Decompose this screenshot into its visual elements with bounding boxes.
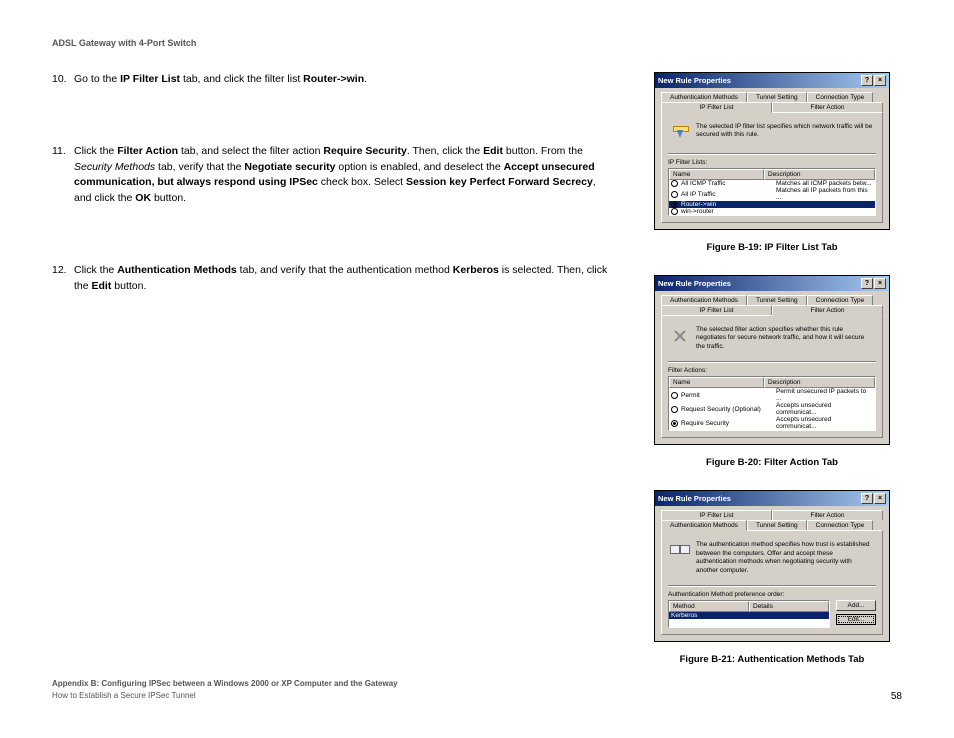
figure-caption-20: Figure B-20: Filter Action Tab: [706, 457, 838, 468]
titlebar: New Rule Properties ? ×: [655, 73, 889, 88]
tab-tunnel-setting[interactable]: Tunnel Setting: [747, 520, 807, 530]
list-label: Authentication Method preference order:: [668, 591, 876, 598]
list-item[interactable]: All IP TrafficMatches all IP packets fro…: [669, 187, 875, 201]
tab-authentication-methods[interactable]: Authentication Methods: [661, 520, 747, 531]
tab-filter-action[interactable]: Filter Action: [772, 102, 883, 112]
column-description[interactable]: Description: [764, 377, 875, 388]
description-text: The selected IP filter list specifies wh…: [696, 123, 874, 140]
tab-authentication-methods[interactable]: Authentication Methods: [661, 92, 747, 102]
list-item[interactable]: Kerberos: [669, 612, 829, 619]
help-button[interactable]: ?: [861, 493, 873, 504]
tab-tunnel-setting[interactable]: Tunnel Setting: [747, 92, 807, 102]
tab-filter-action[interactable]: Filter Action: [772, 510, 883, 520]
tab-ip-filter-list[interactable]: IP Filter List: [661, 510, 772, 520]
list-item[interactable]: All ICMP TrafficMatches all ICMP packets…: [669, 180, 875, 187]
column-details[interactable]: Details: [749, 601, 829, 612]
close-button[interactable]: ×: [874, 278, 886, 289]
tab-filter-action[interactable]: Filter Action: [772, 305, 883, 316]
tab-tunnel-setting[interactable]: Tunnel Setting: [747, 295, 807, 305]
description-text: The authentication method specifies how …: [696, 541, 874, 575]
list-item[interactable]: win->router: [669, 208, 875, 215]
dialog-authentication-methods: New Rule Properties ? × IP Filter List F…: [654, 490, 890, 642]
step-11: 11. Click the Filter Action tab, and sel…: [52, 144, 612, 207]
filter-actions-list[interactable]: Name Description PermitPermit unsecured …: [668, 376, 876, 431]
dialog-title: New Rule Properties: [658, 494, 860, 503]
dialog-title: New Rule Properties: [658, 279, 860, 288]
tab-connection-type[interactable]: Connection Type: [807, 520, 874, 530]
column-name[interactable]: Name: [669, 377, 764, 388]
list-label: Filter Actions:: [668, 367, 876, 374]
tab-authentication-methods[interactable]: Authentication Methods: [661, 295, 747, 305]
step-text: Go to the IP Filter List tab, and click …: [74, 72, 612, 88]
close-button[interactable]: ×: [874, 493, 886, 504]
footer-subtitle: How to Establish a Secure IPSec Tunnel: [52, 690, 398, 702]
list-label: IP Filter Lists:: [668, 159, 876, 166]
tab-ip-filter-list[interactable]: IP Filter List: [661, 102, 772, 113]
product-header: ADSL Gateway with 4-Port Switch: [52, 38, 902, 48]
description-text: The selected filter action specifies whe…: [696, 326, 874, 351]
step-number: 10.: [52, 72, 74, 88]
list-item[interactable]: PermitPermit unsecured IP packets to ...: [669, 388, 875, 402]
close-button[interactable]: ×: [874, 75, 886, 86]
edit-button[interactable]: Edit...: [836, 614, 876, 625]
column-name[interactable]: Name: [669, 169, 764, 180]
dialog-title: New Rule Properties: [658, 76, 860, 85]
tab-ip-filter-list[interactable]: IP Filter List: [661, 305, 772, 315]
auth-methods-list[interactable]: Method Details Kerberos: [668, 600, 830, 628]
list-item[interactable]: Request Security (Optional)Accepts unsec…: [669, 402, 875, 416]
step-12: 12. Click the Authentication Methods tab…: [52, 263, 612, 295]
page-footer: Appendix B: Configuring IPSec between a …: [52, 678, 902, 702]
action-icon: [670, 326, 690, 346]
tab-connection-type[interactable]: Connection Type: [807, 295, 874, 305]
dialog-ip-filter-list: New Rule Properties ? × Authentication M…: [654, 72, 890, 230]
help-button[interactable]: ?: [861, 75, 873, 86]
ip-filter-lists[interactable]: Name Description All ICMP TrafficMatches…: [668, 168, 876, 216]
figure-caption-19: Figure B-19: IP Filter List Tab: [706, 242, 837, 253]
help-button[interactable]: ?: [861, 278, 873, 289]
column-method[interactable]: Method: [669, 601, 749, 612]
titlebar: New Rule Properties ? ×: [655, 276, 889, 291]
add-button[interactable]: Add...: [836, 600, 876, 611]
step-10: 10. Go to the IP Filter List tab, and cl…: [52, 72, 612, 88]
column-description[interactable]: Description: [764, 169, 875, 180]
list-item[interactable]: Router->win: [669, 201, 875, 208]
titlebar: New Rule Properties ? ×: [655, 491, 889, 506]
step-number: 11.: [52, 144, 74, 207]
dialog-filter-action: New Rule Properties ? × Authentication M…: [654, 275, 890, 445]
step-text: Click the Filter Action tab, and select …: [74, 144, 612, 207]
tab-connection-type[interactable]: Connection Type: [807, 92, 874, 102]
figure-caption-21: Figure B-21: Authentication Methods Tab: [680, 654, 865, 665]
step-text: Click the Authentication Methods tab, an…: [74, 263, 612, 295]
step-number: 12.: [52, 263, 74, 295]
page-number: 58: [891, 691, 902, 702]
list-item[interactable]: Require SecurityAccepts unsecured commun…: [669, 416, 875, 430]
footer-appendix: Appendix B: Configuring IPSec between a …: [52, 678, 398, 690]
auth-icon: [670, 541, 690, 561]
filter-icon: [670, 123, 690, 143]
